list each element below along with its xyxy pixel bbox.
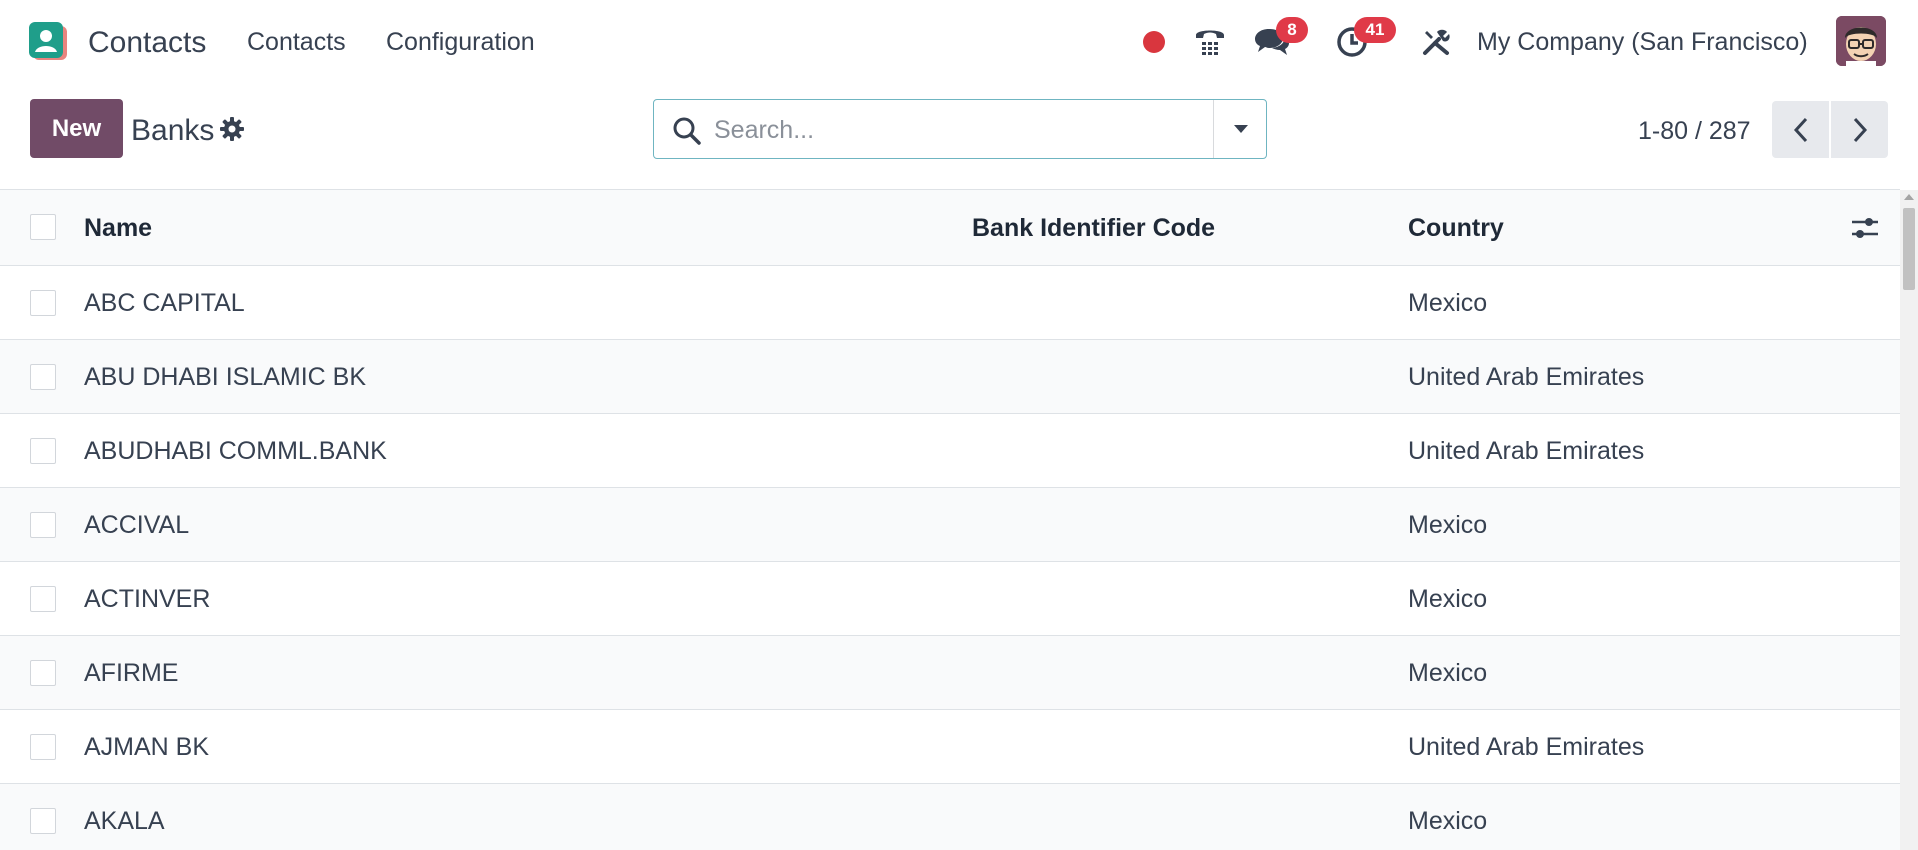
row-checkbox[interactable] xyxy=(30,438,56,464)
recording-dot-icon[interactable] xyxy=(1140,16,1168,68)
search-input[interactable] xyxy=(714,108,1254,152)
list-header: Name Bank Identifier Code Country xyxy=(0,190,1900,266)
chat-badge: 8 xyxy=(1276,17,1308,43)
cell-country: Mexico xyxy=(1408,807,1488,835)
table-row[interactable]: ACCIVAL Mexico xyxy=(0,488,1900,562)
sliders-icon[interactable] xyxy=(1850,214,1880,242)
row-checkbox[interactable] xyxy=(30,290,56,316)
company-switcher[interactable]: My Company (San Francisco) xyxy=(1477,24,1808,60)
cell-country: Mexico xyxy=(1408,585,1488,613)
cell-name: ABUDHABI COMML.BANK xyxy=(84,437,387,465)
menu-contacts[interactable]: Contacts xyxy=(247,24,346,60)
pager-previous-button[interactable] xyxy=(1772,101,1829,158)
row-checkbox[interactable] xyxy=(30,734,56,760)
table-row[interactable]: AKALA Mexico xyxy=(0,784,1900,850)
cell-name: AJMAN BK xyxy=(84,733,210,761)
row-checkbox[interactable] xyxy=(30,586,56,612)
cell-country: United Arab Emirates xyxy=(1408,733,1645,761)
top-navbar: Contacts Contacts Configuration 8 41 My … xyxy=(0,0,1918,84)
search-options-toggle[interactable] xyxy=(1213,100,1267,158)
cell-country: Mexico xyxy=(1408,511,1488,539)
cell-name: ABC CAPITAL xyxy=(84,289,245,317)
new-button[interactable]: New xyxy=(30,99,123,158)
search-bar xyxy=(653,99,1267,159)
cell-name: ACTINVER xyxy=(84,585,211,613)
table-row[interactable]: ABU DHABI ISLAMIC BK United Arab Emirate… xyxy=(0,340,1900,414)
chevron-left-icon xyxy=(1793,117,1807,142)
menu-configuration[interactable]: Configuration xyxy=(386,24,535,60)
table-row[interactable]: AJMAN BK United Arab Emirates xyxy=(0,710,1900,784)
gear-icon[interactable] xyxy=(219,116,245,142)
phone-icon[interactable] xyxy=(1190,16,1230,68)
caret-down-icon xyxy=(1233,125,1248,133)
row-checkbox[interactable] xyxy=(30,808,56,834)
pager-next-button[interactable] xyxy=(1831,101,1888,158)
banks-list: Name Bank Identifier Code Country ABC CA… xyxy=(0,190,1900,850)
cell-country: Mexico xyxy=(1408,289,1488,317)
row-checkbox[interactable] xyxy=(30,512,56,538)
list-scrollbar[interactable] xyxy=(1900,190,1918,850)
row-checkbox[interactable] xyxy=(30,364,56,390)
table-row[interactable]: ABUDHABI COMML.BANK United Arab Emirates xyxy=(0,414,1900,488)
search-icon xyxy=(673,117,701,145)
scroll-thumb[interactable] xyxy=(1903,208,1915,290)
page-title: Banks xyxy=(131,114,215,147)
table-row[interactable]: AFIRME Mexico xyxy=(0,636,1900,710)
avatar[interactable] xyxy=(1836,16,1886,66)
column-header-bic[interactable]: Bank Identifier Code xyxy=(972,190,1215,266)
cell-name: ACCIVAL xyxy=(84,511,190,539)
cell-name: AFIRME xyxy=(84,659,179,687)
cell-country: Mexico xyxy=(1408,659,1488,687)
select-all-checkbox[interactable] xyxy=(30,214,56,240)
cell-country: United Arab Emirates xyxy=(1408,363,1645,391)
scroll-up-arrow[interactable] xyxy=(1904,194,1914,200)
app-name[interactable]: Contacts xyxy=(88,23,206,63)
row-checkbox[interactable] xyxy=(30,660,56,686)
table-row[interactable]: ABC CAPITAL Mexico xyxy=(0,266,1900,340)
cell-name: ABU DHABI ISLAMIC BK xyxy=(84,363,367,391)
contacts-app-icon[interactable] xyxy=(29,22,69,62)
activity-badge: 41 xyxy=(1354,17,1396,43)
chevron-right-icon xyxy=(1853,117,1867,142)
column-header-country[interactable]: Country xyxy=(1408,190,1504,266)
column-header-name[interactable]: Name xyxy=(84,190,152,266)
cell-country: United Arab Emirates xyxy=(1408,437,1645,465)
tools-icon[interactable] xyxy=(1418,16,1454,68)
pager-value[interactable]: 1-80 / 287 xyxy=(1638,113,1751,149)
table-row[interactable]: ACTINVER Mexico xyxy=(0,562,1900,636)
cell-name: AKALA xyxy=(84,807,165,835)
